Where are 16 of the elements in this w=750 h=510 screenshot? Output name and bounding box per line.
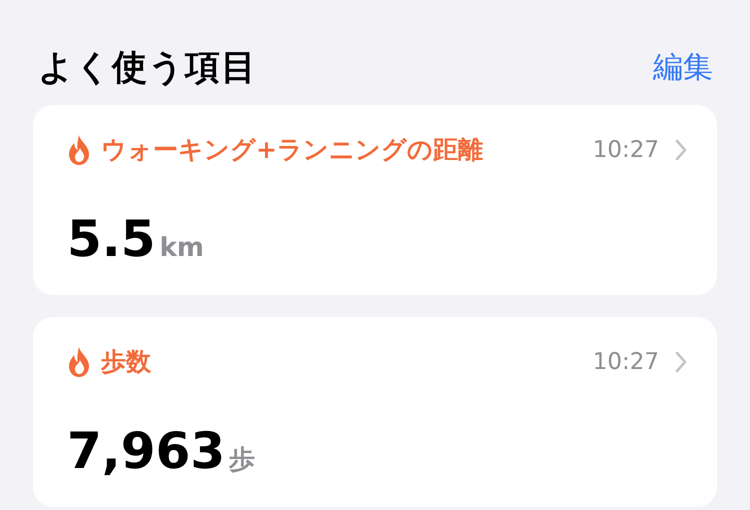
card-label: 歩数 — [101, 346, 152, 378]
section-title: よく使う項目 — [38, 47, 257, 90]
card-time: 10:27 — [592, 136, 659, 162]
card-value: 7,963 — [67, 422, 226, 480]
card-value: 5.5 — [67, 210, 156, 268]
card-unit: 歩 — [229, 444, 256, 477]
chevron-icon — [675, 138, 687, 160]
summary-card[interactable]: 歩数 10:27 7,963 歩 — [33, 317, 717, 507]
flame-icon — [67, 134, 91, 164]
card-label: ウォーキング+ランニングの距離 — [101, 134, 484, 166]
chevron-icon — [675, 350, 687, 372]
card-time: 10:27 — [592, 348, 659, 374]
card-unit: km — [160, 233, 204, 263]
edit-link[interactable]: 編集 — [653, 47, 713, 88]
flame-icon — [67, 346, 91, 376]
summary-card[interactable]: ウォーキング+ランニングの距離 10:27 5.5 km — [33, 105, 717, 295]
